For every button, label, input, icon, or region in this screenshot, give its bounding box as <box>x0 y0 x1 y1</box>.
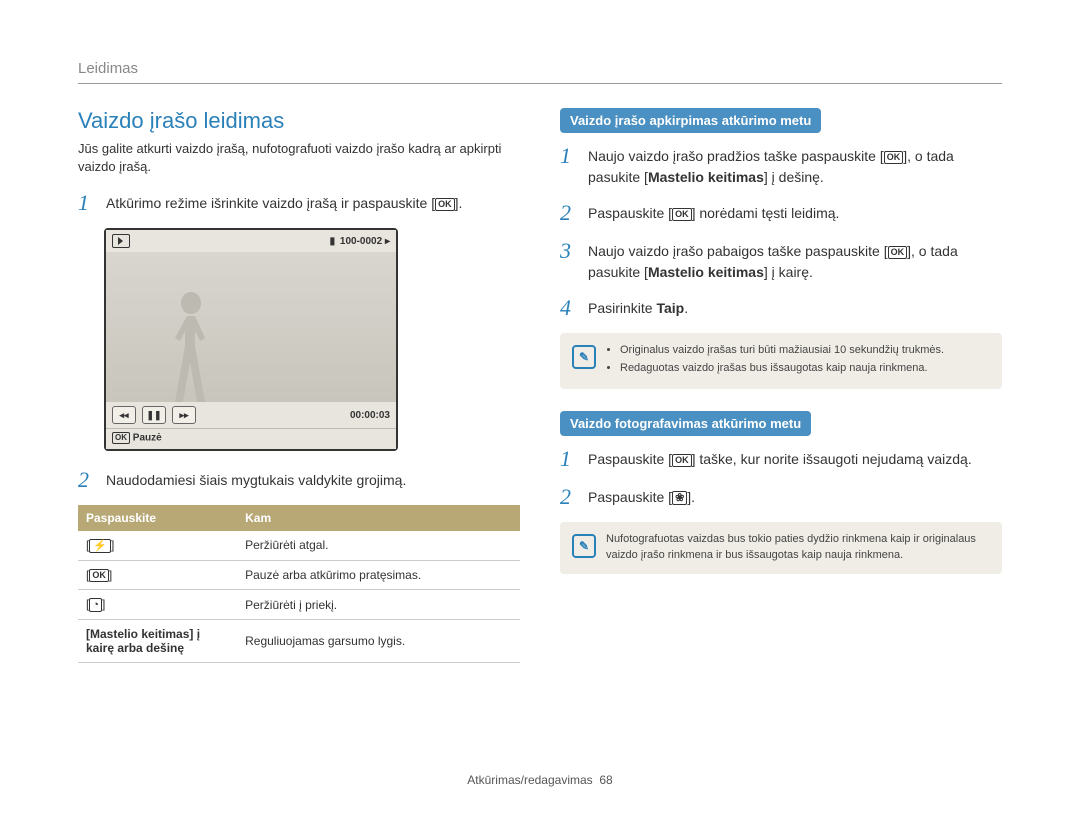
table-row: [OK] Pauzė arba atkūrimo pratęsimas. <box>78 560 520 589</box>
step-text: Atkūrimo režime išrinkite vaizdo įrašą i… <box>106 190 462 214</box>
flash-icon: ⚡ <box>89 539 111 553</box>
video-mode-icon <box>112 234 130 248</box>
forward-button[interactable]: ▸▸ <box>172 406 196 424</box>
ok-icon: OK <box>435 198 455 211</box>
note-box: ✎ Nufotografuotas vaizdas bus tokio pati… <box>560 522 1002 574</box>
step-number: 1 <box>78 190 96 216</box>
step-number: 1 <box>560 446 578 472</box>
th-to: Kam <box>237 505 520 531</box>
macro-icon: ❀ <box>672 491 687 505</box>
step-text: Paspauskite [❀]. <box>588 484 695 508</box>
table-row: [◔] Peržiūrėti į priekį. <box>78 590 520 620</box>
pause-label: Pauzė <box>133 433 162 444</box>
r1-step4: 4 Pasirinkite Taip. <box>560 295 1002 321</box>
ok-icon: OK <box>89 569 109 582</box>
right-column: Vaizdo įrašo apkirpimas atkūrimo metu 1 … <box>560 108 1002 663</box>
r2-step1: 1 Paspauskite [OK] taške, kur norite išs… <box>560 446 1002 472</box>
step-text: Paspauskite [OK] norėdami tęsti leidimą. <box>588 200 839 224</box>
counter: ▮ 100-0002 ▸ <box>330 236 390 247</box>
player-screenshot: ▮ 100-0002 ▸ ◂◂ ❚❚ ▸▸ 00:00:03 OK Pauzė <box>104 228 398 451</box>
r1-step3: 3 Naujo vaizdo įrašo pabaigos taške pasp… <box>560 238 1002 283</box>
controls-table: Paspauskite Kam [⚡] Peržiūrėti atgal. [O… <box>78 505 520 663</box>
note-text: Nufotografuotas vaizdas bus tokio paties… <box>606 532 990 564</box>
step-text: Pasirinkite Taip. <box>588 295 688 319</box>
rewind-button[interactable]: ◂◂ <box>112 406 136 424</box>
step-text: Paspauskite [OK] taške, kur norite išsau… <box>588 446 972 470</box>
ok-icon: OK <box>884 151 904 164</box>
intro-text: Jūs galite atkurti vaizdo įrašą, nufotog… <box>78 140 520 176</box>
time-display: 00:00:03 <box>202 410 390 421</box>
timer-icon: ◔ <box>89 598 102 612</box>
th-press: Paspauskite <box>78 505 237 531</box>
ok-icon: OK <box>672 208 692 221</box>
step-number: 4 <box>560 295 578 321</box>
r2-step2: 2 Paspauskite [❀]. <box>560 484 1002 510</box>
table-row: [⚡] Peržiūrėti atgal. <box>78 531 520 560</box>
step-1: 1 Atkūrimo režime išrinkite vaizdo įrašą… <box>78 190 520 216</box>
ok-icon: OK <box>112 432 130 444</box>
step-text: Naujo vaizdo įrašo pradžios taške paspau… <box>588 143 1002 188</box>
step-text: Naujo vaizdo įrašo pabaigos taške paspau… <box>588 238 1002 283</box>
step-number: 1 <box>560 143 578 169</box>
section-label: Leidimas <box>78 60 1002 84</box>
note-text: Originalus vaizdo įrašas turi būti mažia… <box>606 343 944 379</box>
left-column: Vaizdo įrašo leidimas Jūs galite atkurti… <box>78 108 520 663</box>
r1-step1: 1 Naujo vaizdo įrašo pradžios taške pasp… <box>560 143 1002 188</box>
step-2: 2 Naudodamiesi šiais mygtukais valdykite… <box>78 467 520 493</box>
step-number: 2 <box>560 200 578 226</box>
table-row: [Mastelio keitimas] į kairę arba dešinę … <box>78 619 520 662</box>
ok-icon: OK <box>888 246 908 259</box>
pause-button[interactable]: ❚❚ <box>142 406 166 424</box>
step-number: 2 <box>78 467 96 493</box>
step-number: 2 <box>560 484 578 510</box>
note-box: ✎ Originalus vaizdo įrašas turi būti maž… <box>560 333 1002 389</box>
r1-step2: 2 Paspauskite [OK] norėdami tęsti leidim… <box>560 200 1002 226</box>
step-text: Naudodamiesi šiais mygtukais valdykite g… <box>106 467 406 491</box>
main-heading: Vaizdo įrašo leidimas <box>78 108 520 134</box>
step-number: 3 <box>560 238 578 264</box>
silhouette-figure <box>161 292 221 402</box>
sub-heading-trim: Vaizdo įrašo apkirpimas atkūrimo metu <box>560 108 821 133</box>
sub-heading-capture: Vaizdo fotografavimas atkūrimo metu <box>560 411 811 436</box>
ok-icon: OK <box>672 454 692 467</box>
note-icon: ✎ <box>572 345 596 369</box>
page-footer: Atkūrimas/redagavimas 68 <box>0 773 1080 787</box>
note-icon: ✎ <box>572 534 596 558</box>
